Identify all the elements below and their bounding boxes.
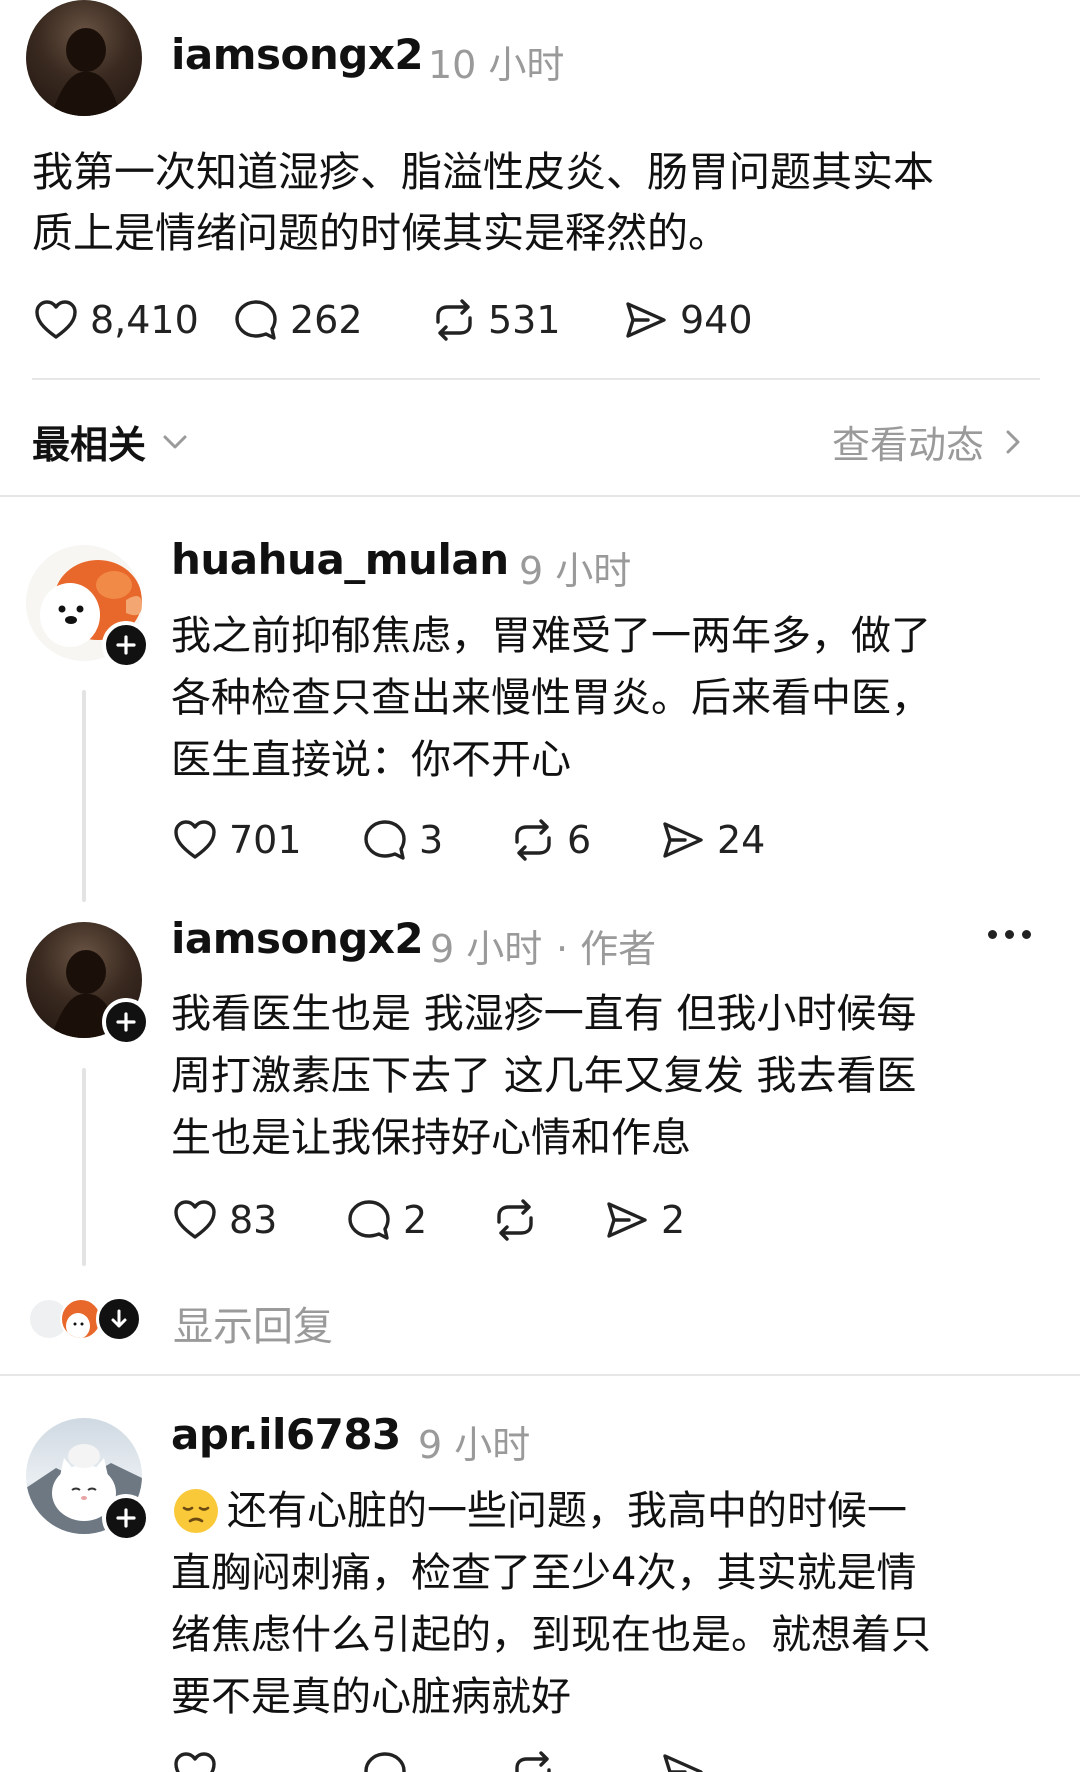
reply-time: 9 小时	[519, 549, 632, 593]
follow-button[interactable]	[102, 1494, 150, 1542]
reply-actions: 701 3 6 24	[171, 816, 765, 864]
reply-text-line: 我之前抑郁焦虑，胃难受了一两年多，做了	[171, 613, 931, 659]
like-count: 701	[229, 818, 302, 862]
repost-button[interactable]	[491, 1196, 603, 1244]
comment-icon	[235, 300, 277, 340]
reply-text: 我之前抑郁焦虑，胃难受了一两年多，做了 各种检查只查出来慢性胃炎。后来看中医， …	[171, 605, 1051, 791]
reply-text-line: 还有心脏的一些问题，我高中的时候一	[227, 1488, 907, 1534]
share-count: 24	[717, 818, 766, 862]
show-replies-row[interactable]: 显示回复	[28, 1296, 388, 1350]
reply-text-line: 要不是真的心脏病就好	[171, 1674, 571, 1720]
reply-time: 9 小时	[430, 927, 543, 971]
repost-button[interactable]	[509, 1748, 659, 1772]
send-icon	[663, 1754, 703, 1772]
heart-icon	[174, 820, 216, 859]
heart-icon	[35, 300, 77, 339]
comment-button[interactable]: 2	[345, 1196, 491, 1244]
reply-text: 我看医生也是 我湿疹一直有 但我小时候每 周打激素压下去了 这几年又复发 我去看…	[171, 983, 1051, 1169]
comment-button[interactable]: 3	[361, 816, 509, 864]
reply-username[interactable]: apr.il6783	[171, 1410, 401, 1459]
share-button[interactable]: 24	[659, 816, 765, 864]
comment-button[interactable]	[361, 1748, 509, 1772]
share-count: 2	[661, 1198, 686, 1242]
thread-line	[82, 1068, 86, 1266]
reply-text: 还有心脏的一些问题，我高中的时候一 直胸闷刺痛，检查了至少4次，其实就是情 绪焦…	[171, 1480, 1051, 1728]
like-count: 83	[229, 1198, 278, 1242]
share-count: 940	[680, 298, 753, 342]
reply-time: 9 小时	[418, 1423, 531, 1467]
comment-count: 262	[290, 298, 363, 342]
expand-replies-button[interactable]	[96, 1296, 142, 1342]
author-tag: · 作者	[556, 927, 657, 971]
reply-text-line: 各种检查只查出来慢性胃炎。后来看中医，	[171, 675, 931, 721]
more-icon	[988, 930, 1031, 939]
comment-button[interactable]: 262	[232, 296, 430, 344]
reply-text-line: 医生直接说：你不开心	[171, 737, 571, 783]
share-button[interactable]: 2	[603, 1196, 685, 1244]
comment-count: 3	[419, 818, 444, 862]
reply-text-line: 直胸闷刺痛，检查了至少4次，其实就是情	[171, 1550, 917, 1596]
heart-icon	[174, 1752, 216, 1772]
post-username[interactable]: iamsongx2	[171, 30, 424, 79]
send-icon	[663, 822, 703, 858]
more-options-button[interactable]	[988, 930, 1031, 939]
repost-icon	[436, 299, 472, 341]
reply-text-line: 我看医生也是 我湿疹一直有 但我小时候每	[171, 991, 917, 1037]
reply-text-line: 绪焦虑什么引起的，到现在也是。就想着只	[171, 1612, 931, 1658]
reply-text-line: 周打激素压下去了 这几年又复发 我去看医	[171, 1053, 917, 1099]
plus-icon	[116, 1508, 136, 1528]
reply-actions: 83 2 2	[171, 1196, 685, 1244]
like-button[interactable]: 701	[171, 816, 361, 864]
view-activity-link[interactable]: 查看动态	[832, 414, 1030, 469]
sort-dropdown[interactable]: 最相关	[32, 414, 192, 469]
show-replies-label: 显示回复	[173, 1304, 333, 1350]
post-actions: 8,410 262 531 940	[32, 296, 792, 344]
section-divider	[0, 1374, 1080, 1376]
like-button[interactable]: 8,410	[32, 296, 232, 344]
post-avatar[interactable]	[26, 0, 142, 116]
repost-count: 6	[567, 818, 592, 862]
chevron-right-icon	[1006, 430, 1020, 453]
reply-username[interactable]: iamsongx2	[171, 914, 424, 963]
sort-label: 最相关	[32, 423, 147, 467]
follow-button[interactable]	[102, 621, 150, 669]
section-divider	[0, 495, 1080, 497]
comment-count: 2	[403, 1198, 428, 1242]
plus-icon	[116, 635, 136, 655]
like-button[interactable]: 83	[171, 1196, 345, 1244]
repost-button[interactable]: 531	[430, 296, 622, 344]
post-text-line: 质上是情绪问题的时候其实是释然的。	[32, 209, 729, 257]
chevron-down-icon	[163, 435, 187, 448]
post-time: 10 小时	[428, 43, 565, 87]
reply-actions	[171, 1748, 707, 1772]
plus-icon	[116, 1012, 136, 1032]
send-icon	[607, 1202, 647, 1238]
share-button[interactable]: 940	[622, 296, 792, 344]
post-text: 我第一次知道湿疹、脂溢性皮炎、肠胃问题其实本 质上是情绪问题的时候其实是释然的。	[32, 142, 1052, 264]
share-button[interactable]	[659, 1748, 707, 1772]
repost-button[interactable]: 6	[509, 816, 659, 864]
post-text-line: 我第一次知道湿疹、脂溢性皮炎、肠胃问题其实本	[32, 148, 934, 196]
pensive-emoji-icon	[171, 1486, 221, 1536]
arrow-down-icon	[111, 1309, 127, 1328]
comment-icon	[364, 820, 406, 860]
repost-icon	[497, 1199, 533, 1241]
reply-text-line: 生也是让我保持好心情和作息	[171, 1115, 691, 1161]
repost-count: 531	[488, 298, 561, 342]
send-icon	[626, 302, 666, 338]
view-activity-label: 查看动态	[831, 423, 984, 467]
repost-icon	[515, 1751, 551, 1772]
heart-icon	[174, 1200, 216, 1239]
reply-username[interactable]: huahua_mulan	[171, 535, 509, 584]
divider	[32, 378, 1040, 380]
comment-icon	[348, 1200, 390, 1240]
thread-line	[82, 690, 86, 902]
repost-icon	[515, 819, 551, 861]
like-count: 8,410	[90, 298, 199, 342]
follow-button[interactable]	[102, 998, 150, 1046]
comment-icon	[364, 1752, 406, 1772]
like-button[interactable]	[171, 1748, 361, 1772]
